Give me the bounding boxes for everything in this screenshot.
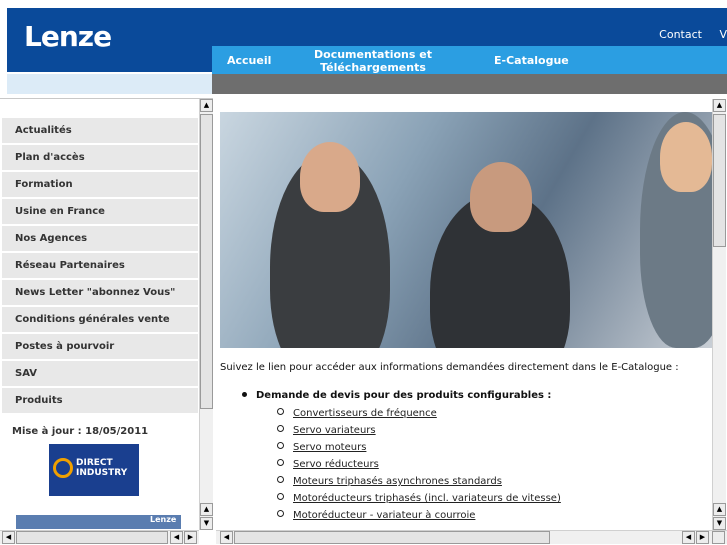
main-scroll-left-icon[interactable]: ◀ (220, 531, 233, 544)
list-item: Convertisseurs de fréquence (277, 408, 437, 419)
photo-face-left (300, 142, 360, 212)
circle-bullet-icon (277, 408, 284, 415)
list-item: Servo réducteurs (277, 459, 379, 470)
section-title: Demande de devis pour des produits confi… (242, 390, 551, 401)
nav-accueil[interactable]: Accueil (227, 54, 271, 67)
sidebar-scroll-up-icon[interactable]: ▲ (200, 99, 213, 112)
list-item: Moteurs triphasés asynchrones standards (277, 476, 502, 487)
sidebar-scroll-up-bottom-icon[interactable]: ▲ (200, 503, 213, 516)
circle-bullet-icon (277, 442, 284, 449)
sidebar-banner-logo: Lenze (150, 515, 177, 524)
photo-face-center (470, 162, 532, 232)
sidebar-item-produits[interactable]: Produits (2, 388, 198, 414)
list-item: Motoréducteur - variateur à courroie (277, 510, 475, 521)
header-link-v[interactable]: V (719, 28, 727, 41)
circle-bullet-icon (277, 510, 284, 517)
sidebar-scroll-left2-icon[interactable]: ◀ (170, 531, 183, 544)
link-moteurs-triphases[interactable]: Moteurs triphasés asynchrones standards (293, 476, 502, 487)
direct-industry-line1: DIRECT (76, 458, 113, 468)
link-motoreducteurs[interactable]: Motoréducteurs triphasés (incl. variateu… (293, 493, 561, 504)
sidebar-item-plan-acces[interactable]: Plan d'accès (2, 145, 198, 171)
main-scroll-up-icon[interactable]: ▲ (713, 99, 726, 112)
sidebar-item-sav[interactable]: SAV (2, 361, 198, 387)
section-title-text: Demande de devis pour des produits confi… (256, 390, 552, 401)
sidebar-horizontal-scrollbar[interactable]: ◀ ◀ ▶ (0, 530, 199, 544)
sidebar-item-actualites[interactable]: Actualités (2, 118, 198, 144)
logo-strip (7, 74, 212, 94)
team-photo (220, 112, 712, 348)
sidebar-item-reseau[interactable]: Réseau Partenaires (2, 253, 198, 279)
sidebar-scroll-right-icon[interactable]: ▶ (184, 531, 197, 544)
nav-subbar (212, 74, 727, 94)
update-date: Mise à jour : 18/05/2011 (12, 426, 149, 437)
sidebar-scroll-down-icon[interactable]: ▼ (200, 517, 213, 530)
main-horizontal-scrollbar[interactable]: ◀ ◀ ▶ (216, 530, 727, 544)
main-scroll-down-icon[interactable]: ▼ (713, 517, 726, 530)
main-nav: Accueil Documentations et Téléchargement… (212, 46, 727, 74)
main-scroll-right-icon[interactable]: ▶ (696, 531, 709, 544)
sidebar-item-conditions[interactable]: Conditions générales vente (2, 307, 198, 333)
sidebar-item-postes[interactable]: Postes à pourvoir (2, 334, 198, 360)
sidebar-item-usine[interactable]: Usine en France (2, 199, 198, 225)
link-servo-moteurs[interactable]: Servo moteurs (293, 442, 366, 453)
sidebar-item-agences[interactable]: Nos Agences (2, 226, 198, 252)
direct-industry-text: DIRECT INDUSTRY (76, 458, 127, 478)
direct-industry-ring-icon (53, 458, 73, 478)
header-links: Contact V (645, 28, 727, 41)
circle-bullet-icon (277, 476, 284, 483)
sidebar-item-formation[interactable]: Formation (2, 172, 198, 198)
header-bar: Contact V (212, 8, 727, 46)
contact-link[interactable]: Contact (659, 28, 702, 41)
link-convertisseurs[interactable]: Convertisseurs de fréquence (293, 408, 437, 419)
sidebar-scroll-thumb[interactable] (200, 114, 213, 409)
circle-bullet-icon (277, 493, 284, 500)
intro-text: Suivez le lien pour accéder aux informat… (220, 362, 679, 373)
circle-bullet-icon (277, 459, 284, 466)
list-item: Servo moteurs (277, 442, 366, 453)
link-motoreducteur-courroie[interactable]: Motoréducteur - variateur à courroie (293, 510, 475, 521)
bullet-icon (242, 392, 247, 397)
sidebar-item-newsletter[interactable]: News Letter "abonnez Vous" (2, 280, 198, 306)
list-item: Servo variateurs (277, 425, 376, 436)
main-scroll-left2-icon[interactable]: ◀ (682, 531, 695, 544)
list-item: Motoréducteurs triphasés (incl. variateu… (277, 493, 561, 504)
link-servo-reducteurs[interactable]: Servo réducteurs (293, 459, 379, 470)
main-scroll-up-bottom-icon[interactable]: ▲ (713, 503, 726, 516)
sidebar-hscroll-thumb[interactable] (16, 531, 168, 544)
link-servo-variateurs[interactable]: Servo variateurs (293, 425, 376, 436)
main-scroll-corner (712, 531, 725, 544)
nav-documentations[interactable]: Documentations et Téléchargements (308, 48, 438, 74)
main-vertical-scrollbar[interactable]: ▲ ▲ ▼ (712, 99, 726, 530)
sidebar-vertical-scrollbar[interactable]: ▲ ▲ ▼ (199, 99, 213, 530)
main-scroll-thumb[interactable] (713, 114, 726, 247)
main-hscroll-thumb[interactable] (234, 531, 550, 544)
sidebar-scroll-left-icon[interactable]: ◀ (2, 531, 15, 544)
nav-ecatalogue[interactable]: E-Catalogue (494, 54, 569, 67)
photo-face-right (660, 122, 712, 192)
circle-bullet-icon (277, 425, 284, 432)
direct-industry-line2: INDUSTRY (76, 468, 128, 478)
lenze-logo[interactable]: Lenze (24, 20, 112, 53)
